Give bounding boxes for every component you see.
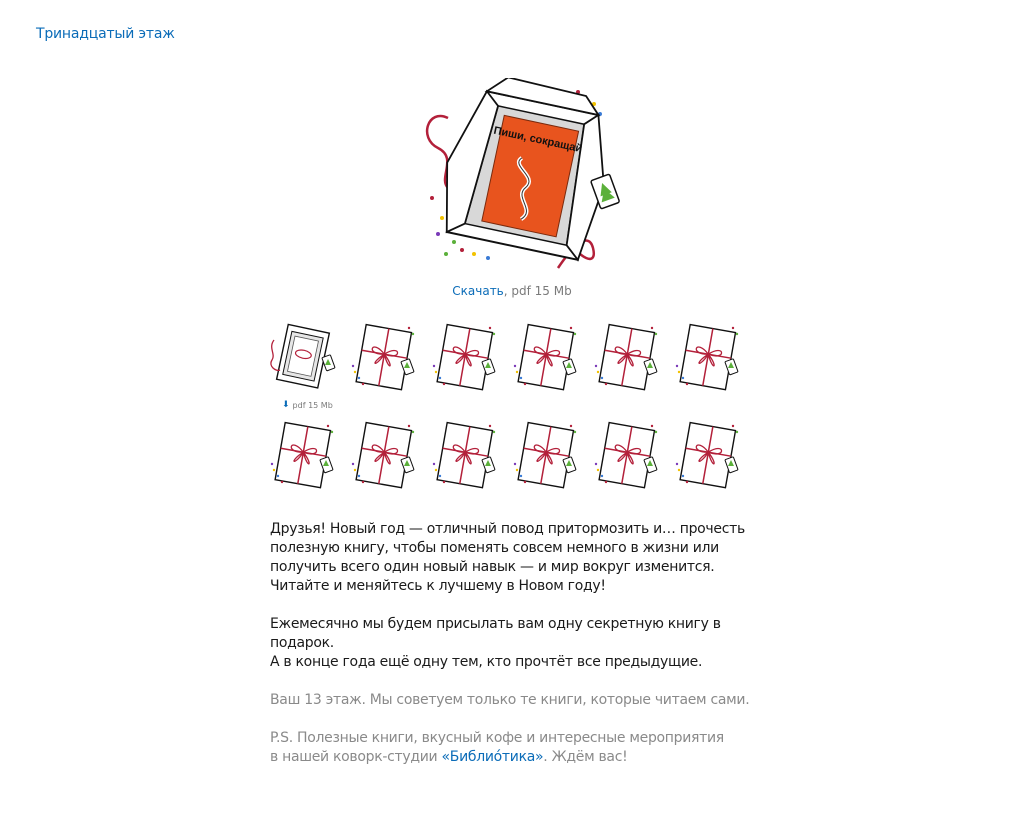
gift-closed[interactable] xyxy=(268,418,349,514)
ps-line-2-prefix: в нашей коворк-студии xyxy=(270,749,442,765)
gift-box-icon xyxy=(432,323,496,391)
gift-box-icon xyxy=(351,323,415,391)
gift-meta-text: pdf 15 Mb xyxy=(292,400,333,410)
gift-box-icon xyxy=(594,323,658,391)
download-meta: , pdf 15 Mb xyxy=(503,284,572,298)
gift-closed[interactable] xyxy=(349,418,430,514)
monthly-paragraph: Ежемесячно мы будем присылать вам одну с… xyxy=(270,615,760,672)
gift-box-icon xyxy=(513,323,577,391)
intro-paragraph: Друзья! Новый год — отличный повод прито… xyxy=(270,521,745,594)
hero-book-box[interactable]: Пиши, сокращай xyxy=(418,78,622,274)
motto-paragraph: Ваш 13 этаж. Мы советуем только те книги… xyxy=(270,692,750,708)
gift-box-icon xyxy=(594,421,658,489)
gift-box-icon xyxy=(270,421,334,489)
monthly-line-1: Ежемесячно мы будем присылать вам одну с… xyxy=(270,616,721,651)
gift-grid: ⬇ pdf 15 Mb xyxy=(268,320,754,514)
gift-box-icon xyxy=(351,421,415,489)
gift-closed[interactable] xyxy=(430,418,511,514)
gift-box-icon xyxy=(432,421,496,489)
gift-closed[interactable] xyxy=(673,418,754,514)
download-link[interactable]: Скачать xyxy=(452,284,504,298)
gift-box-icon xyxy=(513,421,577,489)
gift-closed[interactable] xyxy=(349,320,430,416)
gift-download-meta[interactable]: ⬇ pdf 15 Mb xyxy=(282,400,333,410)
brand-link[interactable]: Тринадцатый этаж xyxy=(36,26,175,42)
gift-closed[interactable] xyxy=(511,320,592,416)
download-arrow-icon: ⬇ xyxy=(282,400,290,410)
gift-closed[interactable] xyxy=(511,418,592,514)
gift-box-icon xyxy=(675,421,739,489)
gift-closed[interactable] xyxy=(592,320,673,416)
content-text: Друзья! Новый год — отличный повод прито… xyxy=(270,520,760,786)
monthly-line-2: А в конце года ещё одну тем, кто прочтёт… xyxy=(270,654,703,670)
download-line: Скачать, pdf 15 Mb xyxy=(0,284,1024,298)
gift-opened[interactable]: ⬇ pdf 15 Mb xyxy=(268,320,349,416)
biblioteka-link[interactable]: «Библио́тика» xyxy=(442,749,544,765)
opened-gift-icon xyxy=(270,323,336,389)
hero-box-illustration: Пиши, сокращай xyxy=(426,78,620,269)
ps-suffix: . Ждём вас! xyxy=(543,749,628,765)
ps-line-1: P.S. Полезные книги, вкусный кофе и инте… xyxy=(270,730,724,746)
gift-closed[interactable] xyxy=(430,320,511,416)
gift-closed[interactable] xyxy=(592,418,673,514)
gift-box-icon xyxy=(675,323,739,391)
ps-paragraph: P.S. Полезные книги, вкусный кофе и инте… xyxy=(270,729,760,767)
gift-closed[interactable] xyxy=(673,320,754,416)
